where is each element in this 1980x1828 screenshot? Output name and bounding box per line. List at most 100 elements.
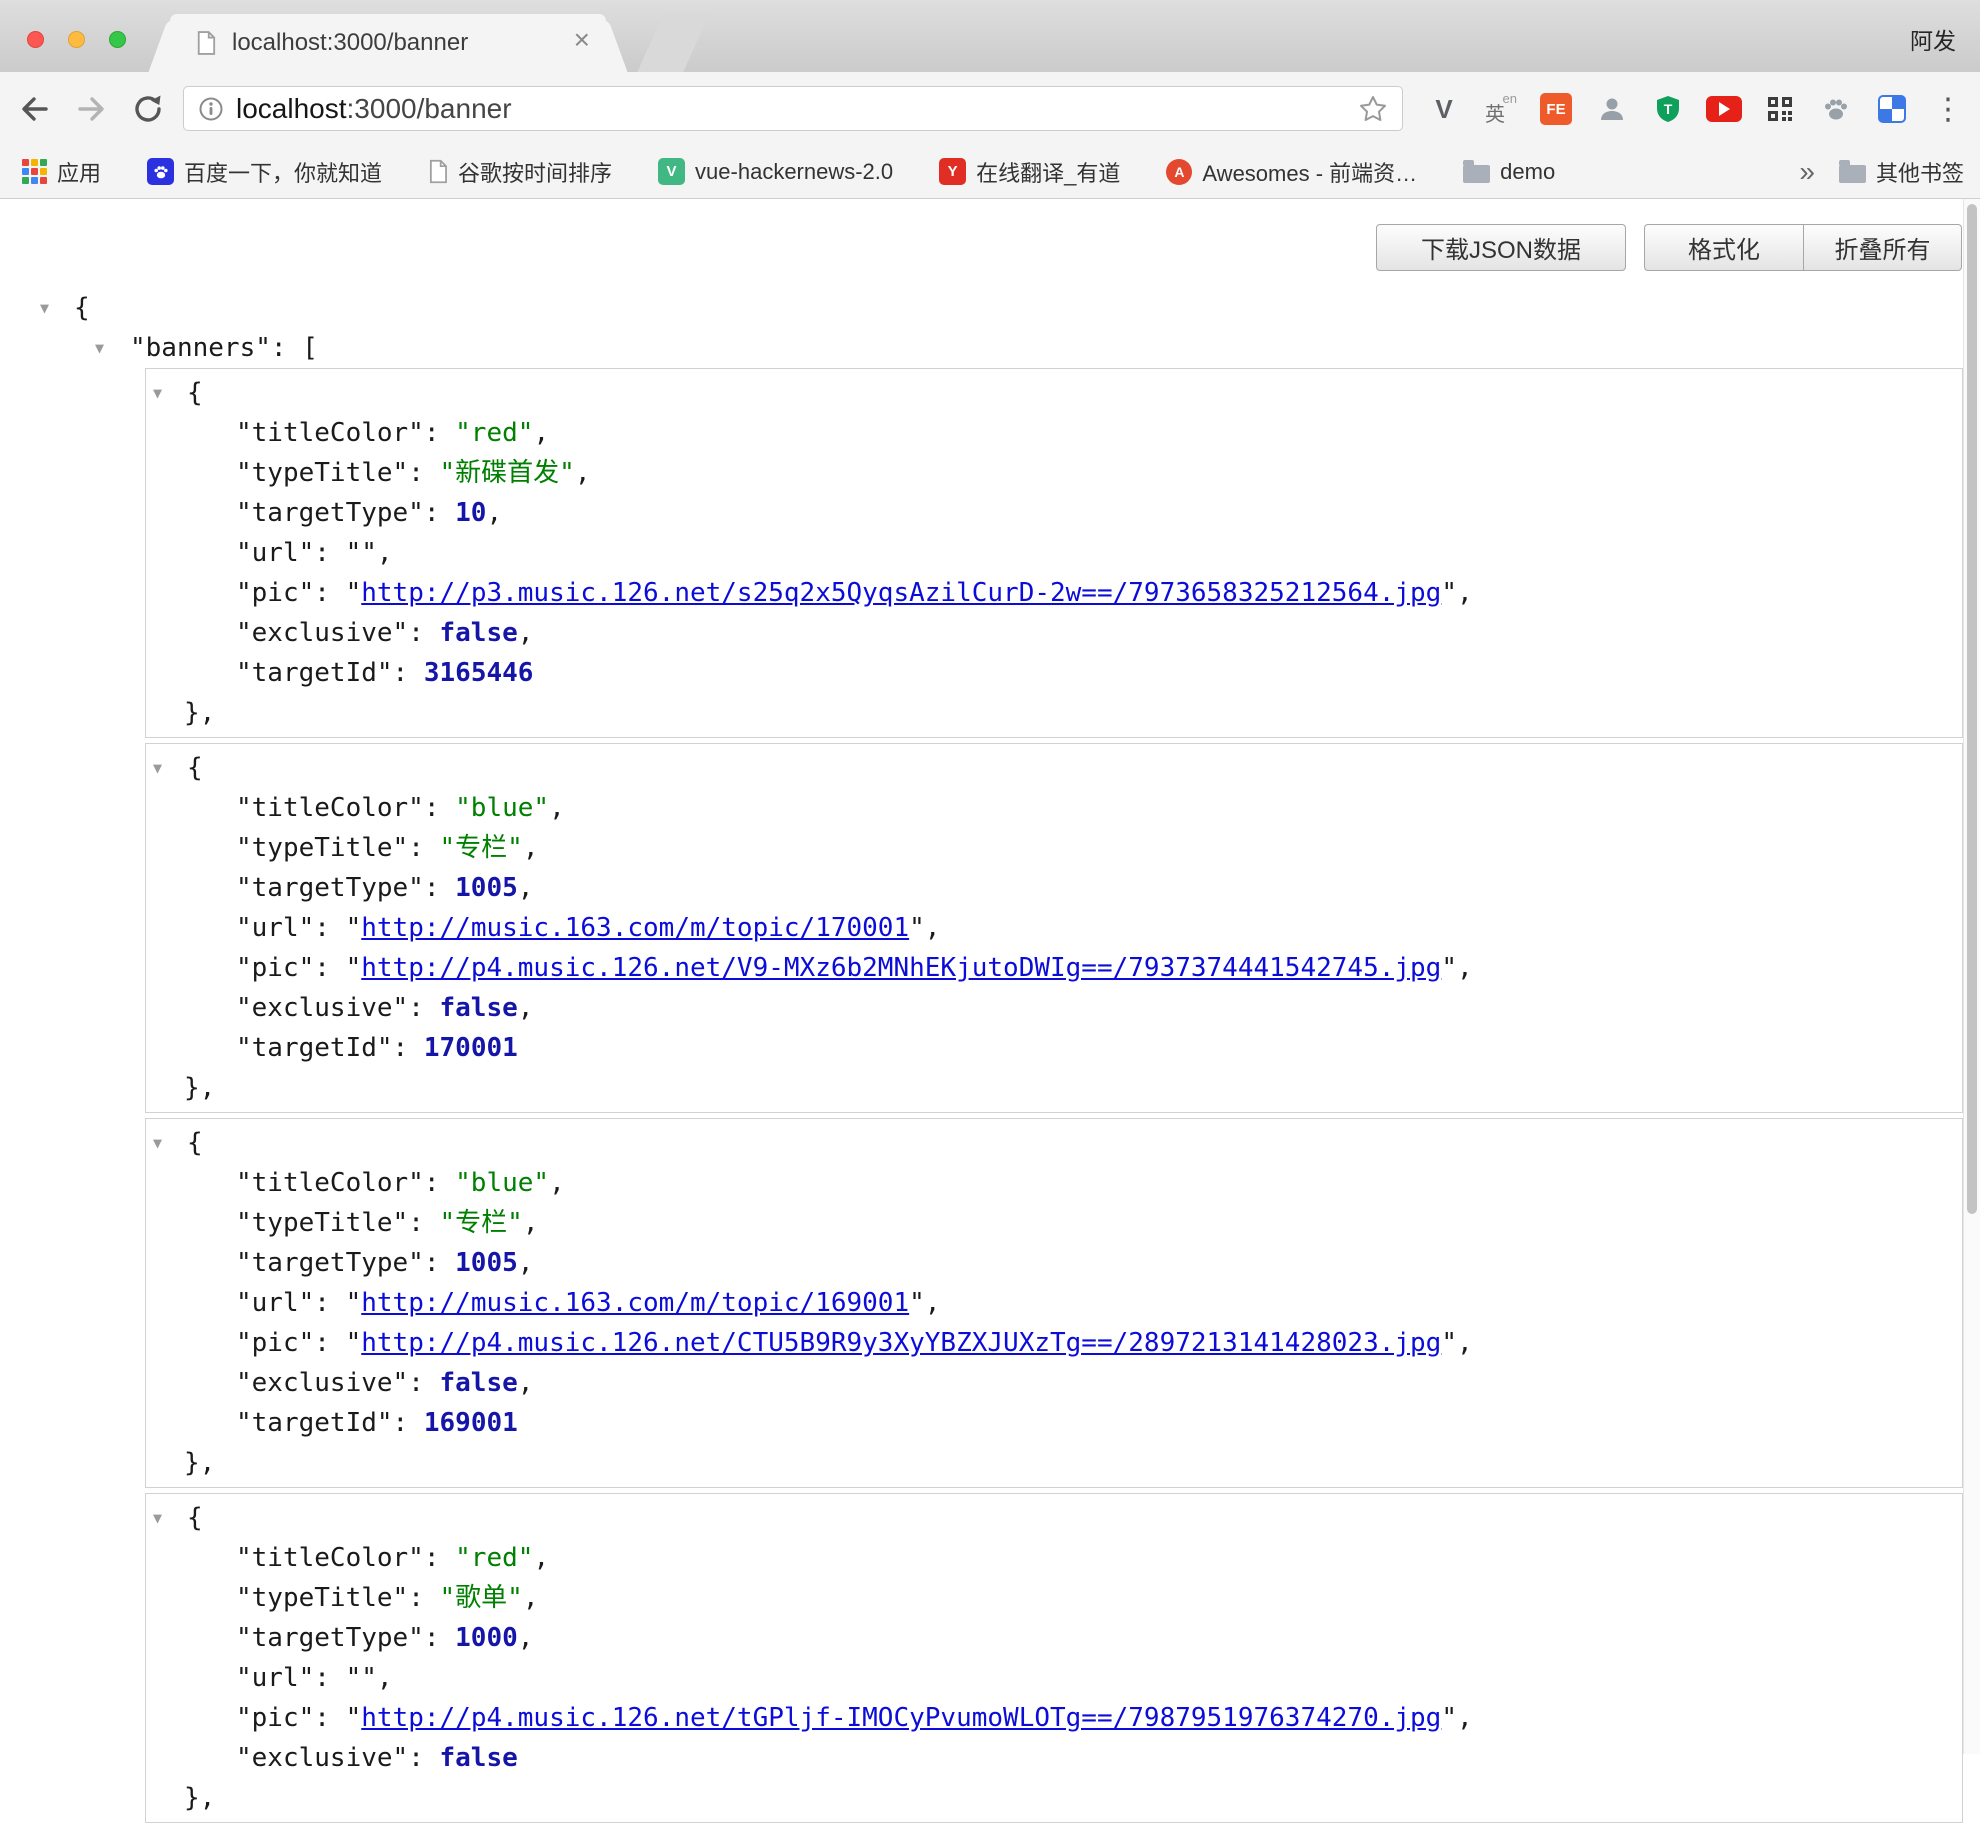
svg-text:T: T [1664,101,1673,117]
bookmark-item-google-sort[interactable]: 谷歌按时间排序 [428,156,612,188]
json-value: "" [346,538,377,568]
json-key: "banners" [130,333,271,363]
other-bookmarks-folder[interactable]: 其他书签 [1839,156,1964,188]
fe-extension-icon[interactable]: FE [1536,89,1576,129]
site-info-icon[interactable] [198,96,224,122]
browser-menu-icon[interactable]: ⋮ [1928,89,1968,129]
json-line: ▼{ [146,373,1962,413]
profile-name[interactable]: 阿发 [1910,22,1956,56]
person-extension-icon[interactable] [1592,89,1632,129]
shield-extension-icon[interactable]: T [1648,89,1688,129]
scrollbar-thumb[interactable] [1967,204,1977,1214]
browser-tab[interactable]: localhost:3000/banner × [170,14,606,72]
youtube-extension-icon[interactable] [1704,89,1744,129]
bookmarks-bar: 应用 百度一下，你就知道 谷歌按时间排序 V vue-hackernews-2.… [0,145,1980,199]
bookmarks-overflow-chevron-icon[interactable]: » [1799,158,1815,186]
json-value: "专栏" [440,1208,523,1238]
paw-extension-icon[interactable] [1816,89,1856,129]
bookmark-item-youdao[interactable]: Y 在线翻译_有道 [939,156,1120,188]
json-line: "typeTitle": "专栏", [146,1203,1962,1243]
json-line: "pic": "http://p4.music.126.net/V9-MXz6b… [146,948,1962,988]
new-tab-button[interactable] [637,15,708,72]
tab-close-icon[interactable]: × [574,26,590,54]
tab-bar: localhost:3000/banner × 阿发 [0,0,1980,72]
proxy-extension-icon[interactable] [1872,89,1912,129]
json-key: "targetType" [236,1623,424,1653]
collapse-toggle-icon[interactable]: ▼ [153,373,162,413]
json-line: ▼{ [146,748,1962,788]
bookmark-item-baidu[interactable]: 百度一下，你就知道 [147,156,382,188]
extensions-row: V en英 FE T ⋮ [1424,87,1968,131]
json-link[interactable]: http://p4.music.126.net/V9-MXz6b2MNhEKju… [361,953,1441,983]
json-line: ▼{ [146,1498,1962,1538]
json-banners-line: ▼"banners": [ [0,328,1963,368]
json-line: "typeTitle": "歌单", [146,1578,1962,1618]
collapse-all-button[interactable]: 折叠所有 [1803,224,1962,271]
json-link[interactable]: http://p3.music.126.net/s25q2x5QyqsAzilC… [361,578,1441,608]
collapse-toggle-icon[interactable]: ▼ [153,1123,162,1163]
bookmark-item-demo[interactable]: demo [1463,159,1555,185]
json-viewer: ▼{ ▼"banners": [ ▼{"titleColor": "red","… [0,288,1963,1828]
json-value: 1000 [455,1623,518,1653]
collapse-toggle-icon[interactable]: ▼ [153,1498,162,1538]
bookmark-item-awesomes[interactable]: A Awesomes - 前端资… [1166,156,1417,188]
json-value: false [440,993,518,1023]
format-button[interactable]: 格式化 [1644,224,1803,271]
json-key: "url" [236,913,314,943]
json-key: "typeTitle" [236,1208,408,1238]
translate-extension-icon[interactable]: en英 [1480,89,1520,129]
json-link[interactable]: http://music.163.com/m/topic/170001 [361,913,909,943]
json-key: "url" [236,1288,314,1318]
bookmark-star-icon[interactable] [1358,94,1388,124]
json-line: "typeTitle": "专栏", [146,828,1962,868]
json-object-box: ▼{"titleColor": "red","typeTitle": "歌单",… [145,1493,1963,1823]
qr-code-extension-icon[interactable] [1760,89,1800,129]
download-json-button[interactable]: 下载JSON数据 [1376,224,1626,271]
json-line: "pic": "http://p4.music.126.net/CTU5B9R9… [146,1323,1962,1363]
json-value: false [440,1368,518,1398]
json-value: 170001 [424,1033,518,1063]
json-line: "typeTitle": "新碟首发", [146,453,1962,493]
minimize-window-button[interactable] [68,31,85,48]
scrollbar-track[interactable] [1963,199,1980,1754]
json-line: "url": "http://music.163.com/m/topic/169… [146,1283,1962,1323]
json-link[interactable]: http://music.163.com/m/topic/169001 [361,1288,909,1318]
collapse-toggle-icon[interactable]: ▼ [95,328,104,368]
bookmark-item-apps[interactable]: 应用 [22,156,101,188]
json-line: "titleColor": "red", [146,413,1962,453]
window-controls [27,31,126,48]
json-key: "pic" [236,1703,314,1733]
youdao-icon: Y [939,158,966,185]
forward-icon [80,99,102,119]
json-line: ▼{ [146,1123,1962,1163]
folder-icon [1839,165,1866,183]
back-button[interactable] [14,88,56,130]
close-window-button[interactable] [27,31,44,48]
json-line: "titleColor": "blue", [146,788,1962,828]
vue-icon: V [658,158,685,185]
json-line: "targetId": 169001 [146,1403,1962,1443]
json-value: false [440,618,518,648]
json-line: "exclusive": false, [146,613,1962,653]
json-line: "targetId": 3165446 [146,653,1962,693]
reload-button[interactable] [127,88,169,130]
json-key: "titleColor" [236,1168,424,1198]
json-key: "targetId" [236,1408,393,1438]
json-value: false [440,1743,518,1773]
json-root-open-line: ▼{ [0,288,1963,328]
collapse-toggle-icon[interactable]: ▼ [153,748,162,788]
json-line: }, [146,1443,1962,1483]
bookmark-item-vue-hackernews[interactable]: V vue-hackernews-2.0 [658,158,893,185]
fullscreen-window-button[interactable] [109,31,126,48]
address-bar[interactable]: localhost:3000/banner [183,86,1403,131]
json-line: }, [146,1778,1962,1818]
json-link[interactable]: http://p4.music.126.net/CTU5B9R9y3XyYBZX… [361,1328,1441,1358]
json-line: "targetType": 10, [146,493,1962,533]
json-key: "exclusive" [236,993,408,1023]
forward-button[interactable] [70,88,112,130]
collapse-toggle-icon[interactable]: ▼ [40,288,49,328]
json-line: "titleColor": "blue", [146,1163,1962,1203]
json-link[interactable]: http://p4.music.126.net/tGPljf-IMOCyPvum… [361,1703,1441,1733]
vimium-extension-icon[interactable]: V [1424,89,1464,129]
json-value: 1005 [455,1248,518,1278]
